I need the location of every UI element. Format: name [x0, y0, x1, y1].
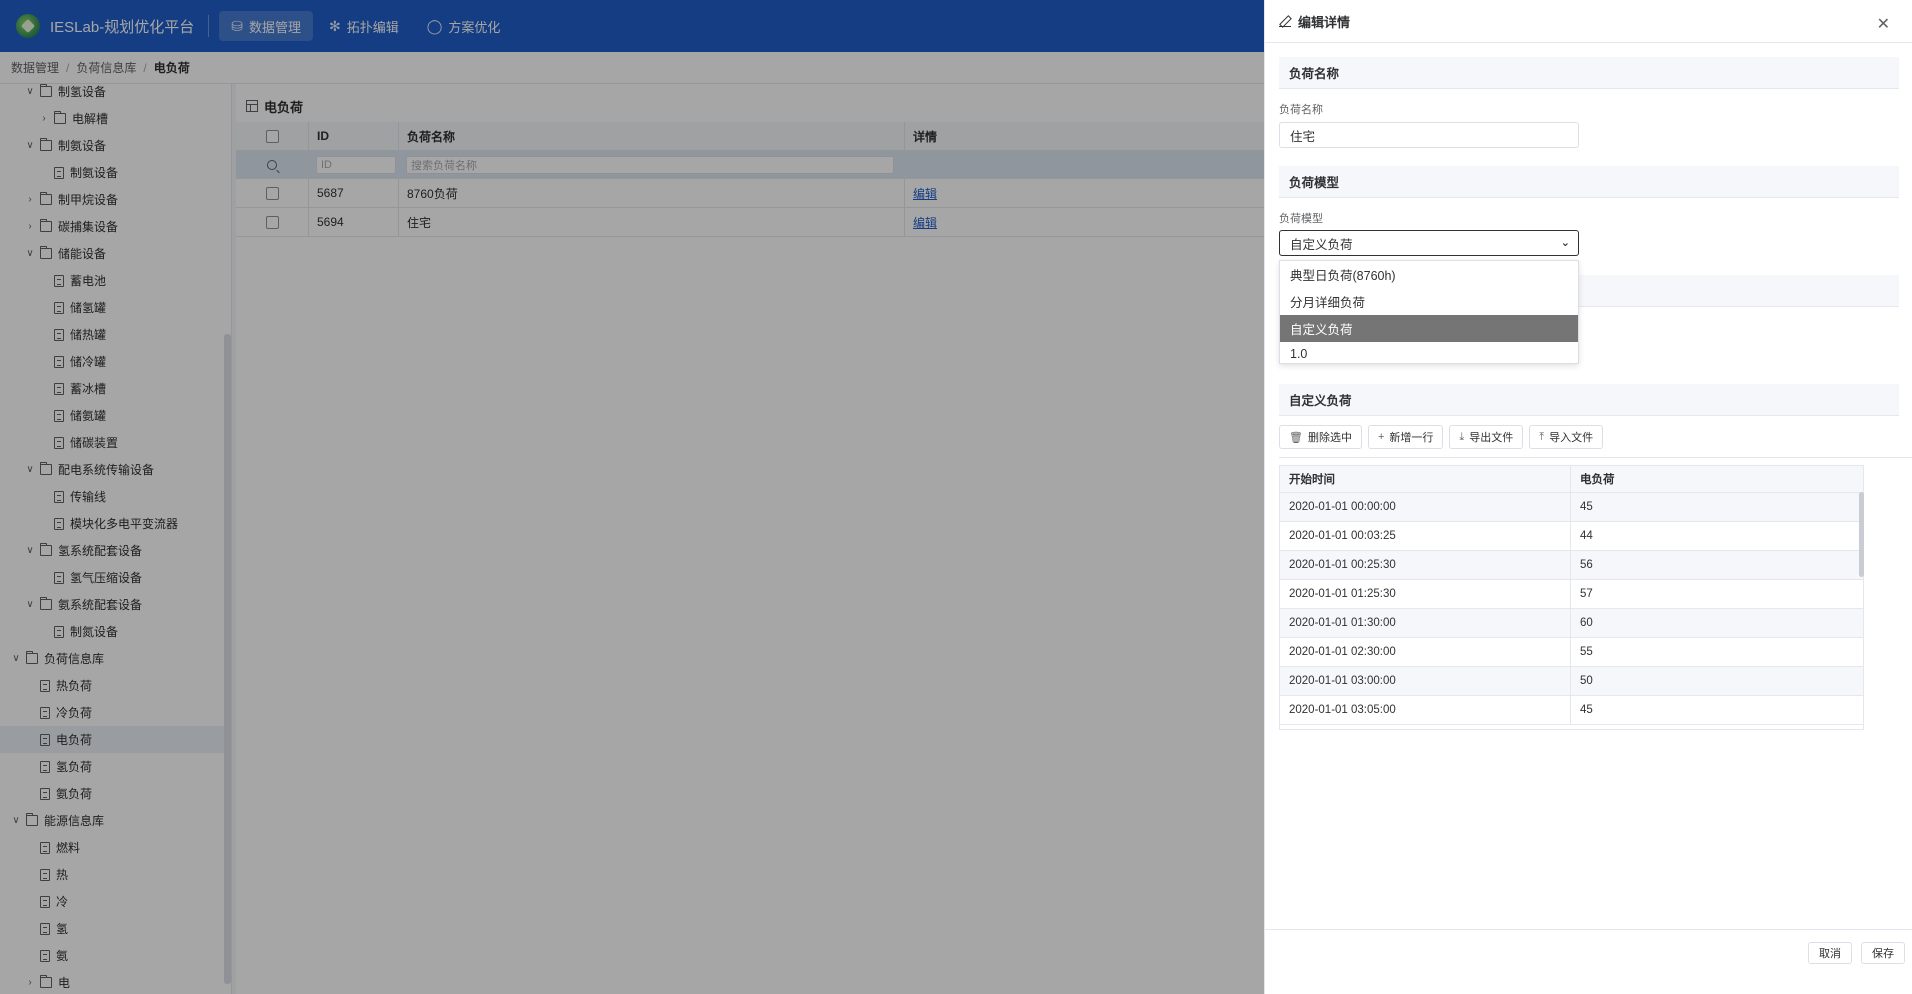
- table-row[interactable]: 2020-01-01 02:30:00 55: [1280, 638, 1863, 667]
- dropdown-option[interactable]: 分月详细负荷: [1280, 288, 1578, 315]
- section-custom-load: 自定义负荷: [1279, 384, 1899, 416]
- button-label: 导入文件: [1549, 432, 1594, 444]
- plus-icon: +: [1377, 431, 1385, 443]
- section-load-model: 负荷模型: [1279, 166, 1899, 198]
- dropdown-option[interactable]: 典型日负荷(8760h): [1280, 261, 1578, 288]
- load-name-input[interactable]: 住宅: [1279, 122, 1579, 148]
- cancel-button[interactable]: 取消: [1808, 942, 1852, 964]
- table-row[interactable]: 2020-01-01 00:25:30 56: [1280, 551, 1863, 580]
- save-button[interactable]: 保存: [1861, 942, 1905, 964]
- cell-power-load[interactable]: 56: [1571, 551, 1863, 579]
- table-row[interactable]: 2020-01-01 03:05:00 45: [1280, 696, 1863, 725]
- cell-power-load[interactable]: 44: [1571, 522, 1863, 550]
- section-load-name: 负荷名称: [1279, 57, 1899, 89]
- table-row[interactable]: 2020-01-01 01:30:00 60: [1280, 609, 1863, 638]
- button-label: 导出文件: [1469, 432, 1514, 444]
- divider: [1279, 457, 1912, 458]
- chevron-down-icon: ⌄: [1560, 237, 1570, 249]
- name-field-label: 负荷名称: [1279, 104, 1323, 116]
- add-row-button[interactable]: + 新增一行: [1367, 425, 1444, 449]
- column-header-start-time: 开始时间: [1280, 466, 1571, 492]
- table-row[interactable]: 2020-01-01 00:03:25 44: [1280, 522, 1863, 551]
- close-icon[interactable]: ✕: [1877, 14, 1890, 34]
- cell-start-time[interactable]: 2020-01-01 03:00:00: [1280, 667, 1571, 695]
- cell-start-time[interactable]: 2020-01-01 00:03:25: [1280, 522, 1571, 550]
- cell-power-load[interactable]: 55: [1571, 638, 1863, 666]
- edit-drawer: 编辑详情 ✕ 负荷名称 负荷名称 住宅 负荷模型 负荷模型 自定义负荷 ⌄ 典型…: [1264, 0, 1912, 994]
- cell-power-load[interactable]: 50: [1571, 667, 1863, 695]
- custom-load-toolbar: 🗑 删除选中 + 新增一行 ⤓ 导出文件 ⤒ 导入文件: [1279, 425, 1604, 449]
- delete-selected-button[interactable]: 🗑 删除选中: [1279, 425, 1362, 449]
- export-file-button[interactable]: ⤓ 导出文件: [1449, 425, 1524, 449]
- drawer-header: 编辑详情: [1265, 0, 1912, 43]
- modal-overlay[interactable]: [0, 0, 1264, 994]
- load-model-dropdown: 典型日负荷(8760h) 分月详细负荷 自定义负荷 1.0: [1279, 260, 1579, 364]
- dropdown-option[interactable]: 1.0: [1280, 342, 1578, 365]
- table-scrollbar[interactable]: [1859, 492, 1864, 577]
- load-model-selected: 自定义负荷: [1290, 237, 1353, 252]
- button-label: 新增一行: [1389, 432, 1434, 444]
- drawer-footer: 取消 保存: [1265, 929, 1912, 994]
- button-label: 删除选中: [1307, 432, 1352, 444]
- custom-load-table: 开始时间 电负荷 2020-01-01 00:00:00 45 2020-01-01…: [1279, 465, 1864, 730]
- table-row[interactable]: 2020-01-01 00:00:00 45: [1280, 493, 1863, 522]
- table-header: 开始时间 电负荷: [1280, 466, 1863, 493]
- cell-start-time[interactable]: 2020-01-01 03:05:00: [1280, 696, 1571, 724]
- drawer-title: 编辑详情: [1298, 14, 1351, 30]
- column-header-power-load: 电负荷: [1580, 474, 1615, 486]
- load-model-select[interactable]: 自定义负荷 ⌄: [1279, 230, 1579, 256]
- trash-icon: 🗑: [1289, 431, 1303, 444]
- import-file-button[interactable]: ⤒ 导入文件: [1529, 425, 1604, 449]
- download-icon: ⤓: [1459, 430, 1465, 443]
- cell-start-time[interactable]: 2020-01-01 00:25:30: [1280, 551, 1571, 579]
- cell-power-load[interactable]: 45: [1571, 696, 1863, 724]
- cell-start-time[interactable]: 2020-01-01 02:30:00: [1280, 638, 1571, 666]
- table-row[interactable]: 2020-01-01 01:25:30 57: [1280, 580, 1863, 609]
- upload-icon: ⤒: [1539, 430, 1545, 443]
- model-field-label: 负荷模型: [1279, 213, 1323, 225]
- cell-start-time[interactable]: 2020-01-01 01:25:30: [1280, 580, 1571, 608]
- edit-pen-icon: [1279, 15, 1291, 27]
- table-row[interactable]: 2020-01-01 03:00:00 50: [1280, 667, 1863, 696]
- cell-start-time[interactable]: 2020-01-01 01:30:00: [1280, 609, 1571, 637]
- cell-power-load[interactable]: 57: [1571, 580, 1863, 608]
- cell-start-time[interactable]: 2020-01-01 00:00:00: [1280, 493, 1571, 521]
- cell-power-load[interactable]: 45: [1571, 493, 1863, 521]
- dropdown-option-selected[interactable]: 自定义负荷: [1280, 315, 1578, 342]
- cell-power-load[interactable]: 60: [1571, 609, 1863, 637]
